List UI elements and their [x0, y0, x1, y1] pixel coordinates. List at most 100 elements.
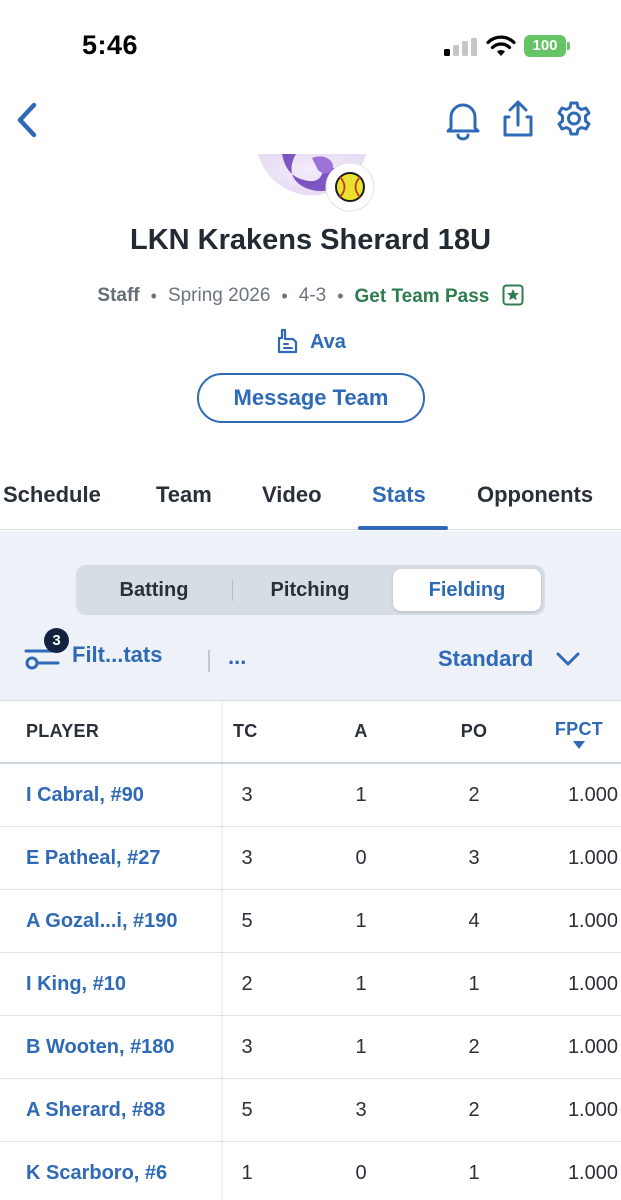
column-header-fpct[interactable]: FPCT — [540, 701, 618, 762]
status-bar: 5:46 100 — [0, 0, 621, 95]
table-row: I Cabral, #90 3 1 2 1.000 — [0, 764, 621, 827]
segment-fielding[interactable]: Fielding — [393, 569, 541, 611]
tab-stats[interactable]: Stats — [372, 482, 426, 508]
cell-po: 2 — [468, 1098, 480, 1121]
cell-tc: 5 — [241, 909, 253, 932]
table-row: A Gozal...i, #190 5 1 4 1.000 — [0, 890, 621, 953]
fielding-stats-table: PLAYER TC A PO FPCT I Cabral, #90 3 1 2 … — [0, 701, 621, 1200]
player-link[interactable]: A Sherard, #88 — [26, 1079, 165, 1141]
cell-tc: 3 — [241, 783, 253, 806]
team-meta: Staff • Spring 2026 • 4-3 • Get Team Pas… — [0, 281, 621, 311]
cell-fpct: 1.000 — [567, 1161, 618, 1184]
cell-fpct: 1.000 — [567, 972, 618, 995]
back-button[interactable] — [8, 95, 48, 145]
tab-team[interactable]: Team — [156, 482, 212, 508]
team-tabs: Schedule Team Video Stats Opponents — [0, 462, 621, 530]
table-row: K Scarboro, #6 1 0 1 1.000 — [0, 1142, 621, 1200]
table-row: B Wooten, #180 3 1 2 1.000 — [0, 1016, 621, 1079]
player-link[interactable]: K Scarboro, #6 — [26, 1142, 167, 1200]
team-season: Spring 2026 — [167, 285, 271, 306]
fan-name: Ava — [309, 331, 346, 353]
share-icon — [503, 100, 533, 137]
filter-stats-button[interactable]: Filt...tats 3 — [24, 628, 162, 675]
separator-dot: • — [337, 285, 344, 306]
star-box-icon — [502, 284, 524, 306]
cell-a: 1 — [355, 1035, 367, 1058]
cell-a: 3 — [355, 1098, 367, 1121]
battery-icon: 100 — [524, 35, 570, 57]
cell-fpct: 1.000 — [567, 783, 618, 806]
stats-type-segmented-control: Batting Pitching Fielding — [76, 565, 545, 615]
column-header-po[interactable]: PO — [449, 701, 499, 762]
cell-tc: 2 — [241, 972, 253, 995]
cell-fpct: 1.000 — [567, 846, 618, 869]
player-link[interactable]: I King, #10 — [26, 953, 126, 1015]
team-name: LKN Krakens Sherard 18U — [129, 224, 492, 256]
battery-level: 100 — [524, 35, 566, 57]
cell-a: 0 — [355, 1161, 367, 1184]
cell-fpct: 1.000 — [567, 1098, 618, 1121]
cell-tc: 3 — [241, 1035, 253, 1058]
tab-schedule[interactable]: Schedule — [3, 482, 101, 508]
get-team-pass-link[interactable]: Get Team Pass — [355, 284, 524, 308]
player-link[interactable]: I Cabral, #90 — [26, 764, 144, 826]
status-time: 5:46 — [82, 30, 139, 60]
get-team-pass-label: Get Team Pass — [354, 286, 490, 307]
team-logo — [252, 154, 382, 214]
chevron-down-icon — [556, 652, 580, 666]
separator-dot: • — [150, 285, 157, 306]
cell-a: 1 — [355, 783, 367, 806]
active-tab-indicator — [358, 526, 448, 530]
notifications-button[interactable] — [442, 97, 484, 141]
filter-count-badge: 3 — [44, 628, 69, 653]
team-record: 4-3 — [298, 285, 327, 306]
bell-icon — [446, 103, 480, 141]
column-header-a[interactable]: A — [336, 701, 386, 762]
more-options-button[interactable]: ... — [228, 644, 246, 670]
player-link[interactable]: B Wooten, #180 — [26, 1016, 175, 1078]
view-selector[interactable]: Standard — [438, 646, 581, 672]
message-team-button[interactable]: Message Team — [197, 373, 425, 423]
table-row: E Patheal, #27 3 0 3 1.000 — [0, 827, 621, 890]
foam-finger-icon — [278, 328, 298, 354]
cell-tc: 3 — [241, 846, 253, 869]
cell-po: 1 — [468, 972, 480, 995]
chevron-left-icon — [17, 102, 37, 138]
cell-tc: 5 — [241, 1098, 253, 1121]
table-row: I King, #10 2 1 1 1.000 — [0, 953, 621, 1016]
table-header: PLAYER TC A PO FPCT — [0, 701, 621, 764]
segment-divider — [232, 579, 233, 601]
softball-icon — [335, 172, 365, 202]
separator-dot: • — [281, 285, 288, 306]
cell-a: 1 — [355, 972, 367, 995]
fan-row[interactable]: Ava — [0, 328, 621, 354]
segment-batting[interactable]: Batting — [80, 569, 228, 611]
cell-a: 0 — [355, 846, 367, 869]
column-header-fpct-label: FPCT — [554, 719, 604, 739]
cell-po: 4 — [468, 909, 480, 932]
cell-po: 2 — [468, 1035, 480, 1058]
cell-po: 2 — [468, 783, 480, 806]
settings-button[interactable] — [553, 97, 595, 141]
player-link[interactable]: A Gozal...i, #190 — [26, 890, 178, 952]
view-selector-label: Standard — [438, 646, 534, 671]
wifi-icon — [486, 35, 516, 56]
column-header-tc[interactable]: TC — [233, 701, 283, 762]
tab-video[interactable]: Video — [262, 482, 322, 508]
team-role: Staff — [97, 285, 140, 306]
cell-fpct: 1.000 — [567, 909, 618, 932]
table-row: A Sherard, #88 5 3 2 1.000 — [0, 1079, 621, 1142]
stats-controls: Batting Pitching Fielding Filt...tats 3 … — [0, 531, 621, 701]
nav-bar — [0, 95, 621, 150]
cell-po: 1 — [468, 1161, 480, 1184]
cellular-signal-icon — [444, 38, 477, 56]
column-header-player[interactable]: PLAYER — [26, 701, 99, 762]
filter-divider — [208, 650, 210, 672]
cell-a: 1 — [355, 909, 367, 932]
share-button[interactable] — [497, 97, 539, 141]
tab-opponents[interactable]: Opponents — [477, 482, 593, 508]
player-link[interactable]: E Patheal, #27 — [26, 827, 161, 889]
cell-po: 3 — [468, 846, 480, 869]
sort-down-icon — [573, 741, 585, 749]
segment-pitching[interactable]: Pitching — [236, 569, 384, 611]
